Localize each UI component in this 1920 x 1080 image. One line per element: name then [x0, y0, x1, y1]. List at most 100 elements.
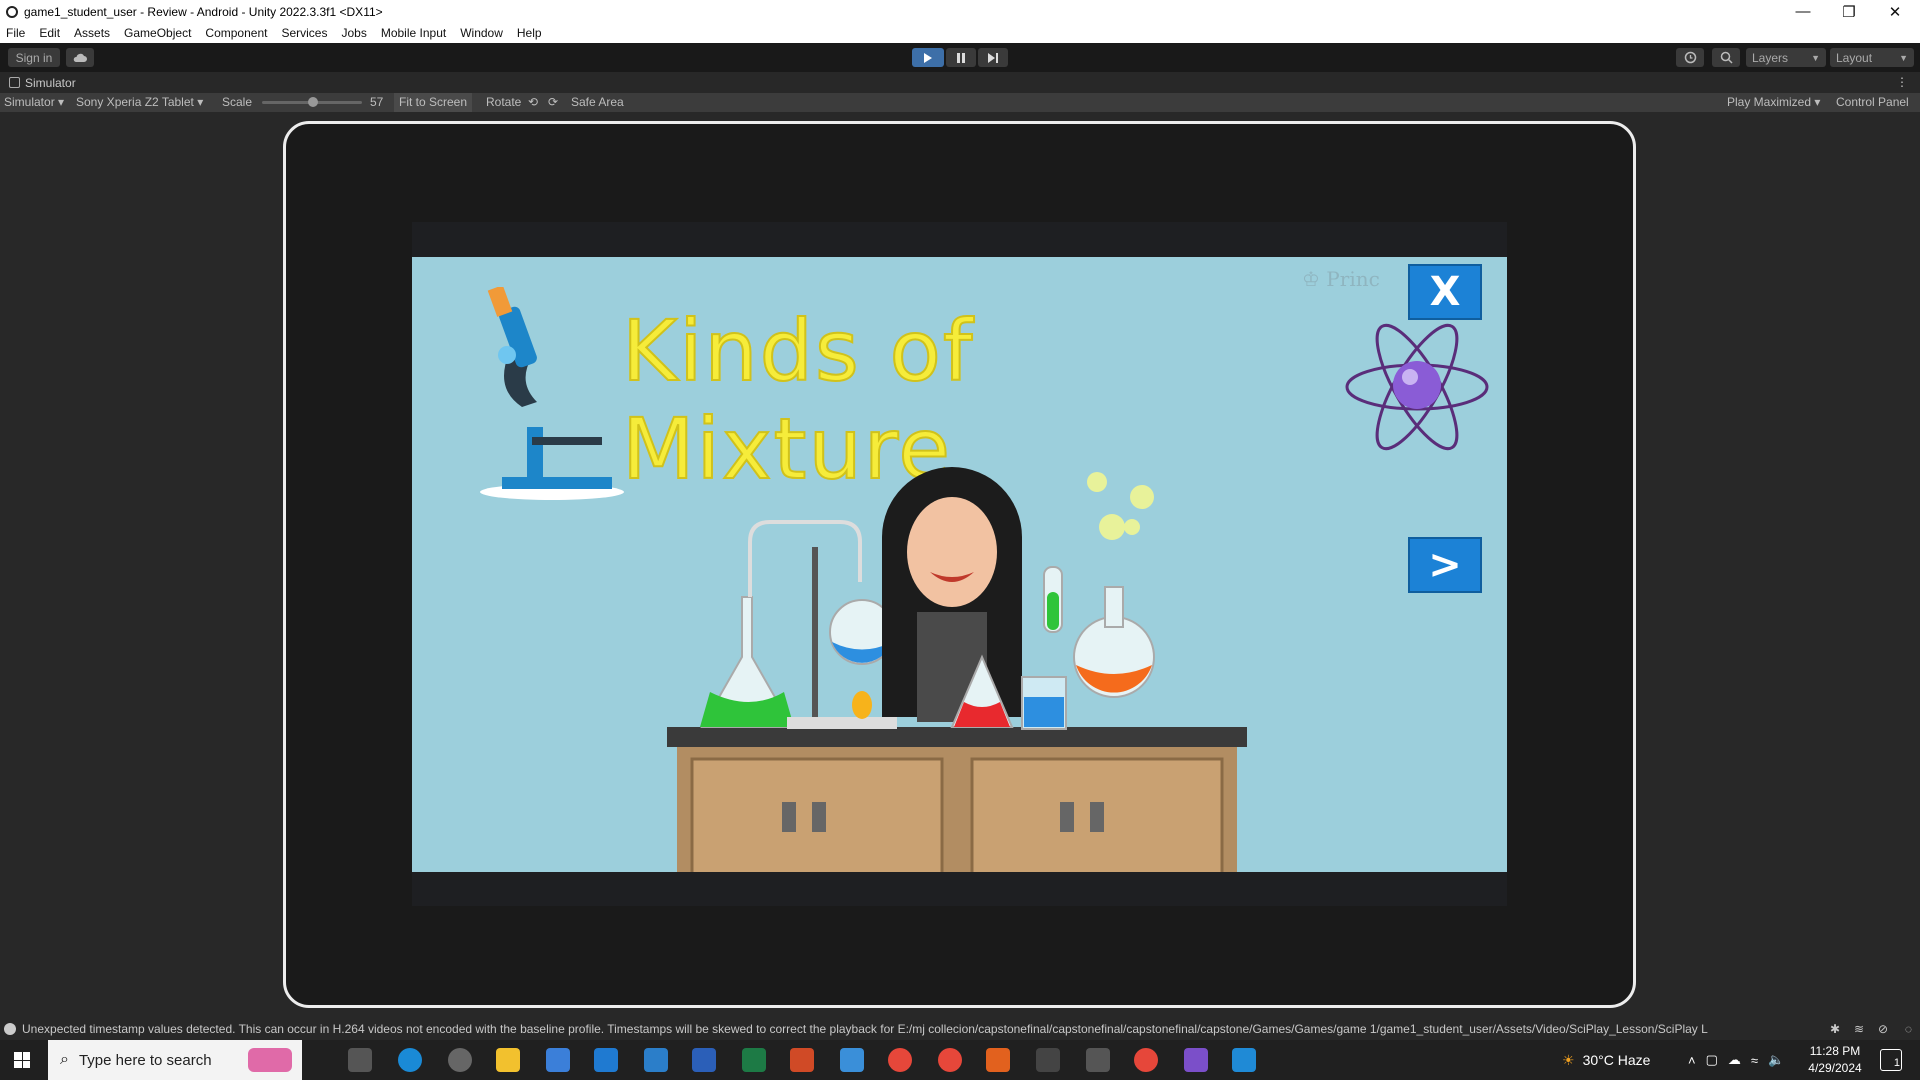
crown-icon: ♔ [1302, 267, 1320, 291]
excel-icon[interactable] [742, 1048, 766, 1072]
watermark-text: Princ [1326, 267, 1380, 291]
menu-help[interactable]: Help [517, 26, 542, 40]
notification-count: 1 [1893, 1057, 1900, 1069]
close-window-button[interactable]: ✕ [1872, 0, 1918, 23]
word-icon[interactable] [692, 1048, 716, 1072]
vscode-icon[interactable] [1232, 1048, 1256, 1072]
play-mode-dropdown[interactable]: Play Maximized ▾ [1727, 95, 1820, 109]
powerpoint-icon[interactable] [790, 1048, 814, 1072]
volume-icon[interactable]: 🔈 [1768, 1052, 1784, 1068]
windows-logo-tile [14, 1060, 22, 1068]
cloud-button[interactable] [66, 48, 94, 67]
menu-mobile-input[interactable]: Mobile Input [381, 26, 446, 40]
scale-slider-thumb[interactable] [308, 97, 318, 107]
menu-services[interactable]: Services [281, 26, 327, 40]
simulator-mode-dropdown[interactable]: Simulator ▾ [4, 95, 64, 109]
scale-slider[interactable] [262, 97, 362, 107]
menu-component[interactable]: Component [205, 26, 267, 40]
settings-icon[interactable] [448, 1048, 472, 1072]
play-mode-label: Play Maximized [1727, 95, 1812, 109]
device-icon[interactable]: ▢ [1706, 1052, 1718, 1068]
console-status-bar[interactable]: Unexpected timestamp values detected. Th… [0, 1018, 1920, 1040]
layers-dropdown[interactable]: Layers ▼ [1746, 48, 1826, 67]
restore-button[interactable]: ❐ [1826, 0, 1872, 23]
notification-button[interactable]: 1 [1880, 1049, 1902, 1071]
menu-file[interactable]: File [6, 26, 25, 40]
play-button[interactable] [912, 48, 944, 67]
fit-to-screen-button[interactable]: Fit to Screen [394, 93, 473, 112]
weather-widget[interactable]: ☀ 30°C Haze [1562, 1040, 1650, 1080]
pause-icon [957, 52, 965, 63]
cloud-icon [73, 53, 87, 62]
layers-label: Layers [1752, 50, 1789, 65]
control-panel-button[interactable]: Control Panel [1836, 95, 1909, 109]
device-dropdown[interactable]: Sony Xperia Z2 Tablet ▾ [76, 95, 203, 109]
onedrive-icon[interactable]: ☁ [1728, 1052, 1741, 1068]
unity-hub-icon[interactable] [1036, 1048, 1060, 1072]
rotate-left-icon[interactable]: ⟲ [528, 95, 538, 109]
chrome-gmail-icon[interactable] [1134, 1048, 1158, 1072]
simulator-mode-label: Simulator [4, 95, 55, 109]
rotate-right-icon[interactable]: ⟳ [548, 95, 558, 109]
unity-icon[interactable] [1086, 1048, 1110, 1072]
chevron-down-icon: ▼ [1899, 52, 1908, 63]
chrome-profile-icon[interactable] [938, 1048, 962, 1072]
system-tray: ˄ ▢ ☁ ≈ 🔈 [1688, 1040, 1784, 1080]
pause-button[interactable] [946, 48, 976, 67]
search-icon: ⌕ [60, 1051, 69, 1068]
microscope-icon [480, 287, 624, 500]
step-button[interactable] [978, 48, 1008, 67]
search-placeholder: Type here to search [78, 1051, 212, 1069]
simulator-tab[interactable]: Simulator ⋮ [0, 72, 1920, 93]
chrome-icon[interactable] [888, 1048, 912, 1072]
clock-date: 4/29/2024 [1808, 1061, 1862, 1075]
edge-icon[interactable] [398, 1048, 422, 1072]
sign-in-button[interactable]: Sign in [8, 48, 60, 67]
history-button[interactable] [1676, 48, 1704, 67]
minimize-button[interactable]: — [1780, 0, 1826, 23]
weather-text: 30°C Haze [1582, 1052, 1651, 1068]
step-icon [988, 52, 998, 63]
kebab-menu-icon[interactable]: ⋮ [1896, 75, 1908, 89]
simulator-tab-label: Simulator [25, 75, 76, 90]
bug-icon[interactable]: ✱ [1830, 1022, 1840, 1036]
menu-gameobject[interactable]: GameObject [124, 26, 191, 40]
layout-dropdown[interactable]: Layout ▼ [1830, 48, 1914, 67]
taskbar-search-box[interactable]: ⌕ Type here to search [48, 1040, 302, 1080]
simulator-toolbar: Simulator ▾ Sony Xperia Z2 Tablet ▾ Scal… [0, 93, 1920, 112]
debug-icon[interactable]: ⊘ [1878, 1022, 1888, 1036]
next-button[interactable]: > [1408, 537, 1482, 593]
mail-icon[interactable] [594, 1048, 618, 1072]
remote-desktop-icon[interactable] [644, 1048, 668, 1072]
menu-edit[interactable]: Edit [39, 26, 60, 40]
unity-logo-icon [6, 5, 18, 18]
status-message: Unexpected timestamp values detected. Th… [22, 1022, 1708, 1036]
wifi-icon[interactable]: ≈ [1751, 1053, 1758, 1068]
lab-illustration [667, 467, 1247, 872]
store-icon[interactable] [546, 1048, 570, 1072]
start-button[interactable] [14, 1052, 30, 1068]
search-button[interactable] [1712, 48, 1740, 67]
app-icon[interactable] [840, 1048, 864, 1072]
visual-studio-icon[interactable] [1184, 1048, 1208, 1072]
clock[interactable]: 11:28 PM 4/29/2024 [1800, 1043, 1870, 1077]
menu-window[interactable]: Window [460, 26, 503, 40]
layout-label: Layout [1836, 50, 1873, 65]
game-view[interactable]: Kinds of Mixture ♔ Princ X > [412, 257, 1507, 872]
search-icon [1720, 51, 1733, 64]
menu-jobs[interactable]: Jobs [341, 26, 366, 40]
windows-taskbar: ⌕ Type here to search ☀ 30°C Haze ˄ ▢ ☁ … [0, 1040, 1920, 1080]
chevron-up-icon[interactable]: ˄ [1688, 1053, 1696, 1068]
menu-assets[interactable]: Assets [74, 26, 110, 40]
task-view-icon[interactable] [348, 1048, 372, 1072]
file-explorer-icon[interactable] [496, 1048, 520, 1072]
simulator-tab-icon [9, 77, 20, 88]
weather-icon: ☀ [1562, 1051, 1575, 1068]
close-game-button[interactable]: X [1408, 264, 1482, 320]
progress-icon[interactable]: ◌ [1905, 1022, 1912, 1036]
safe-area-toggle[interactable]: Safe Area [571, 95, 624, 109]
xampp-icon[interactable] [986, 1048, 1010, 1072]
window-title: game1_student_user - Review - Android - … [24, 4, 383, 19]
layers-status-icon[interactable]: ≋ [1854, 1022, 1864, 1036]
chevron-down-icon: ▼ [1811, 52, 1820, 63]
